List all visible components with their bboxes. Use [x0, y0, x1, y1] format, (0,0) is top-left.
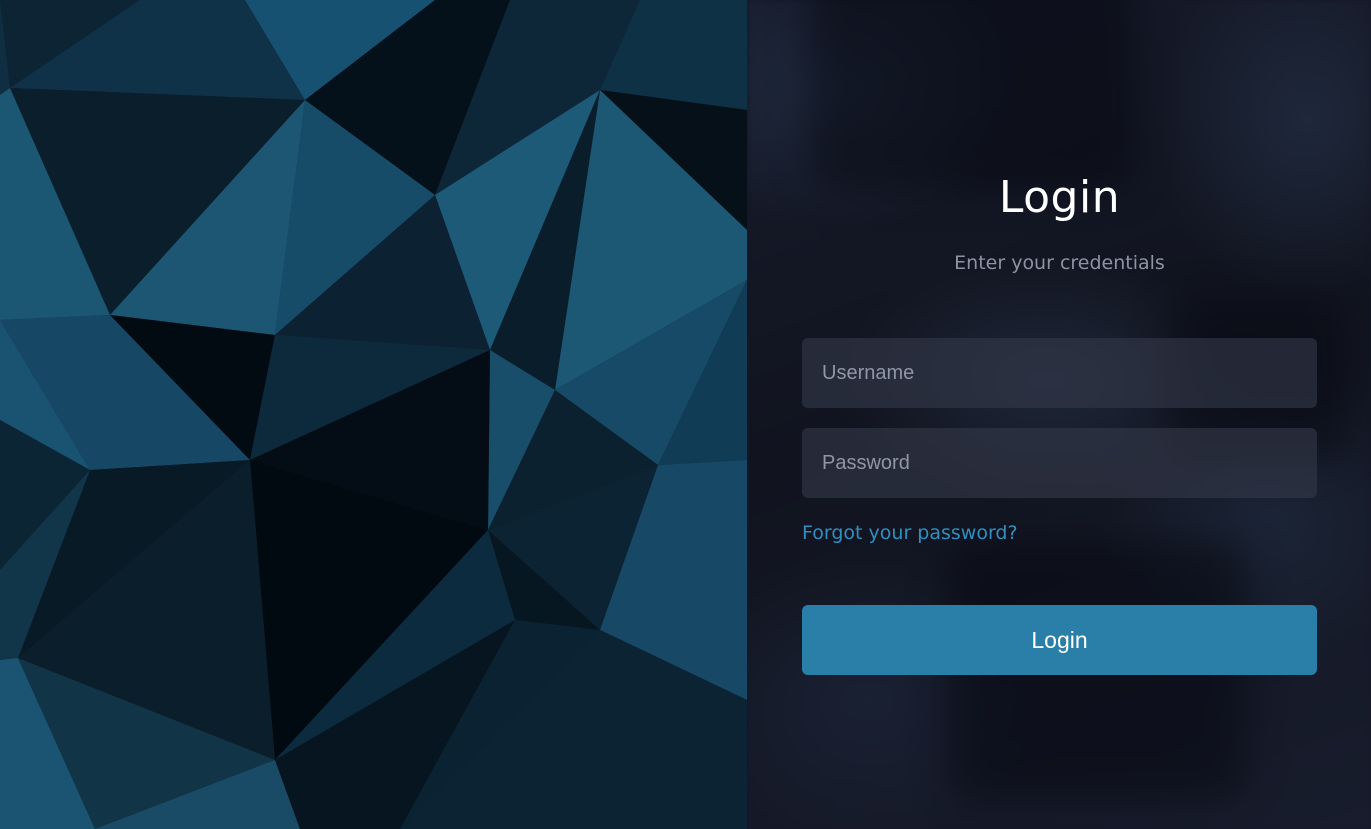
login-title: Login — [998, 172, 1121, 223]
login-button[interactable]: Login — [802, 605, 1317, 675]
forgot-password-link[interactable]: Forgot your password? — [802, 522, 1018, 544]
decorative-low-poly-background — [0, 0, 747, 829]
login-subtitle: Enter your credentials — [954, 252, 1165, 274]
low-poly-pattern-image — [0, 0, 747, 829]
login-panel: Login Enter your credentials Forgot your… — [747, 0, 1371, 829]
username-input[interactable] — [802, 338, 1317, 408]
password-input[interactable] — [802, 428, 1317, 498]
blurred-background — [747, 0, 1371, 829]
login-page: Login Enter your credentials Forgot your… — [0, 0, 1371, 829]
